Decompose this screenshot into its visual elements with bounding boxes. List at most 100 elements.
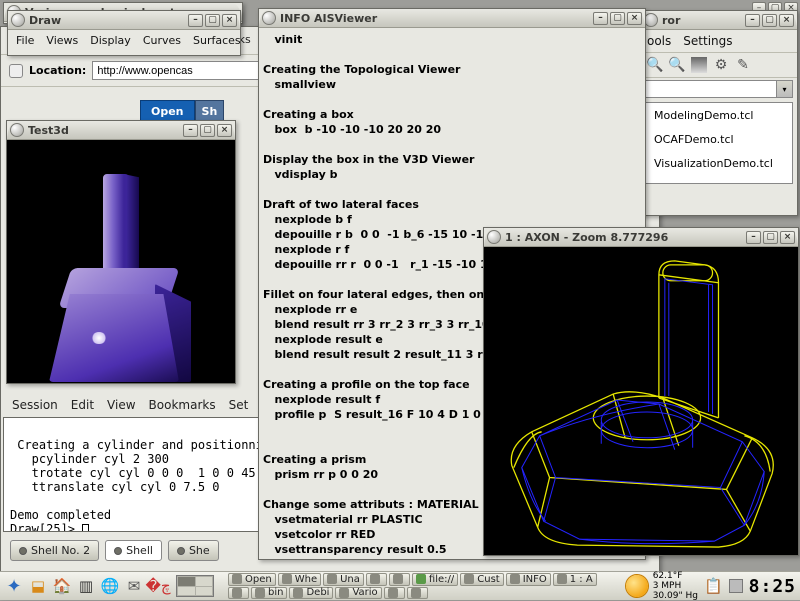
menu-surfaces[interactable]: Surfaces [193,34,241,47]
nav-icon[interactable] [9,64,23,78]
task-button[interactable] [407,587,428,600]
task-button[interactable]: 1 : A [553,573,597,586]
weather-wind: 3 MPH [653,581,698,591]
shell-tab[interactable]: Shell No. 2 [10,540,99,561]
menu-settings[interactable]: Settings [683,34,732,48]
app-icon [327,574,337,584]
menu-file[interactable]: File [16,34,34,47]
menu-edit[interactable]: Edit [71,398,94,412]
klipper-icon[interactable]: 📋 [704,577,723,595]
task-button[interactable]: Open [228,573,276,586]
maximize-button[interactable]: ▢ [205,14,220,27]
app-icon [411,588,421,598]
test3d-title: Test3d [28,124,69,137]
app-icon [282,574,292,584]
home-icon[interactable]: 🏠 [52,576,72,596]
task-buttons-row2: bin Debi Vario [228,587,618,600]
terminal-icon[interactable]: ▥ [76,576,96,596]
axon-canvas[interactable] [484,247,798,555]
maximize-button[interactable]: ▢ [200,124,215,137]
wireframe-model [484,247,798,555]
test3d-titlebar[interactable]: Test3d – ▢ × [7,121,235,140]
maximize-button[interactable]: ▢ [610,12,625,25]
minimize-button[interactable]: – [593,12,608,25]
help-icon[interactable]: �چ [148,576,168,596]
app-icon [370,574,380,584]
task-button[interactable]: Cust [460,573,503,586]
mail-icon[interactable]: ✉ [124,576,144,596]
menu-bookmarks[interactable]: Bookmarks [149,398,216,412]
axon-titlebar[interactable]: 1 : AXON - Zoom 8.777296 – ▢ × [484,228,798,247]
draw-menubar: File Views Display Curves Surfaces [8,30,240,51]
konqueror-location[interactable]: ▾ [645,80,793,98]
location-label: Location: [29,64,86,77]
close-button[interactable]: × [780,231,795,244]
task-button[interactable] [384,587,405,600]
menu-views[interactable]: Views [46,34,78,47]
zoom-in-icon[interactable]: 🔍 [669,57,685,73]
tray-icon[interactable] [729,579,743,593]
task-button[interactable]: file:// [412,573,458,586]
konqueror-titlebar[interactable]: ror – ▢ × [641,11,797,30]
menu-view[interactable]: View [107,398,135,412]
test3d-canvas[interactable] [7,140,235,383]
menu-curves[interactable]: Curves [143,34,181,47]
tab-icon [177,547,185,555]
minimize-button[interactable]: – [188,14,203,27]
close-button[interactable]: × [217,124,232,137]
task-button[interactable]: Una [323,573,364,586]
close-button[interactable]: × [779,14,794,27]
menu-display[interactable]: Display [90,34,131,47]
tab-label: Shell [126,544,153,557]
clock[interactable]: 8:25 [749,576,796,597]
shell-tab[interactable]: She [168,540,219,561]
task-button[interactable]: bin [251,587,287,600]
file-item[interactable]: OCAFDemo.tcl [654,133,784,146]
menu-settings[interactable]: Set [229,398,249,412]
console-text: Creating a cylinder and positionning i p… [10,438,292,532]
file-item[interactable]: VisualizationDemo.tcl [654,157,784,170]
task-label: Vario [352,587,377,598]
task-label: Open [245,574,272,585]
cursor [82,524,89,533]
app-icon [339,588,349,598]
weather-widget[interactable]: 62.1°F 3 MPH 30.09" Hg [626,571,698,601]
minimize-button[interactable]: – [183,124,198,137]
info-titlebar[interactable]: INFO AISViewer – ▢ × [259,9,645,28]
gear-icon[interactable]: ⚙ [713,57,729,73]
tab-icon [19,547,27,555]
desktop-pager[interactable] [176,575,214,597]
menu-tools[interactable]: ools [647,34,671,48]
browser-icon[interactable]: 🌐 [100,576,120,596]
shell-tab[interactable]: Shell [105,540,162,561]
task-label: INFO [523,574,547,585]
menu-session[interactable]: Session [12,398,58,412]
draw-title: Draw [29,14,61,27]
maximize-button[interactable]: ▢ [762,14,777,27]
minimize-button[interactable]: – [746,231,761,244]
task-button[interactable]: Debi [289,587,333,600]
minimize-button[interactable]: – [745,14,760,27]
test3d-window: Test3d – ▢ × [6,120,236,384]
task-label: file:// [429,574,454,585]
desktop-icon[interactable]: ⬓ [28,576,48,596]
maximize-button[interactable]: ▢ [763,231,778,244]
task-button[interactable]: Vario [335,587,381,600]
dropdown-icon[interactable]: ▾ [776,81,792,97]
kmenu-icon[interactable]: ✦ [4,576,24,596]
task-button[interactable] [366,573,387,586]
task-button[interactable]: Whe [278,573,321,586]
task-button[interactable]: INFO [506,573,551,586]
task-label: Whe [295,574,317,585]
app-icon [232,574,242,584]
close-button[interactable]: × [627,12,642,25]
tool-icon[interactable]: ✎ [735,57,751,73]
file-item[interactable]: ModelingDemo.tcl [654,109,784,122]
close-button[interactable]: × [222,14,237,27]
task-button[interactable] [389,573,410,586]
konsole-menubar: Session Edit View Bookmarks Set [12,398,248,412]
axon-title: 1 : AXON - Zoom 8.777296 [505,231,668,244]
task-button[interactable] [228,587,249,600]
zoom-out-icon[interactable]: 🔍 [647,57,663,73]
draw-titlebar[interactable]: Draw – ▢ × [8,11,240,30]
